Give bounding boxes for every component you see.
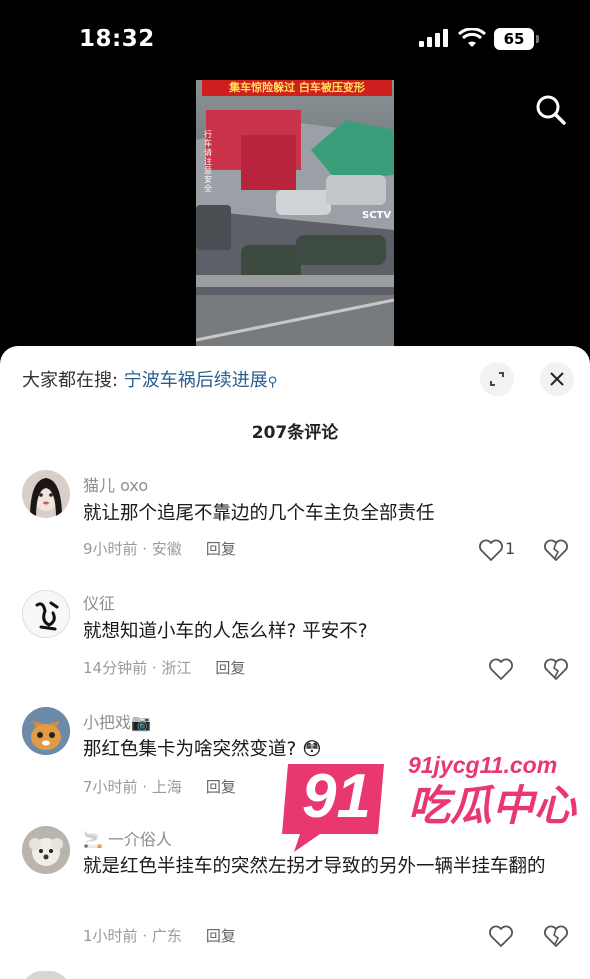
video-headline: 集车惊险躲过 白车被压变形	[202, 80, 392, 96]
watermark-site: 91jycg11.com	[408, 752, 558, 778]
cellular-signal-icon	[419, 29, 448, 47]
comment-time-location: 14分钟前 · 浙江	[83, 659, 192, 677]
small-search-icon: ⚲	[267, 375, 278, 390]
comment-count: 207条评论	[251, 423, 339, 443]
comments-sheet: 大家都在搜: 宁波车祸后续进展⚲ 207条评论 猫儿 oxo 就让那个追尾不靠边…	[0, 346, 590, 979]
like-icon[interactable]	[478, 538, 504, 562]
trending-search-query[interactable]: 宁波车祸后续进展	[124, 370, 268, 391]
close-button[interactable]	[540, 362, 574, 396]
sctv-logo: SCTV	[362, 210, 392, 221]
close-icon	[550, 372, 564, 386]
comment-username[interactable]: 仪征	[83, 590, 115, 614]
reply-button[interactable]: 回复	[215, 659, 245, 677]
comment-username[interactable]: 猫儿 oxo	[83, 472, 148, 496]
watermark-number: 91	[302, 762, 371, 831]
comment-meta: 9小时前 · 安徽 回复	[83, 538, 236, 559]
reply-button[interactable]: 回复	[206, 778, 236, 796]
avatar[interactable]	[22, 826, 70, 874]
battery-tip	[536, 35, 539, 43]
watermark-name: 吃瓜中心	[408, 781, 577, 830]
dislike-icon[interactable]	[543, 657, 569, 681]
avatar-image	[22, 826, 70, 874]
avatar[interactable]	[22, 707, 70, 755]
search-icon[interactable]	[533, 92, 569, 128]
video-player[interactable]: 集车惊险躲过 白车被压变形 行车请注意安全 SCTV	[196, 80, 394, 350]
avatar-image	[23, 591, 69, 637]
avatar	[22, 971, 70, 979]
comment-meta: 14分钟前 · 浙江 回复	[83, 657, 245, 678]
battery-level: 65	[494, 28, 534, 50]
comment-username[interactable]: 🚬 一介俗人	[83, 826, 172, 850]
comment-meta: 1小时前 · 广东 回复	[83, 925, 236, 946]
watermark: 91 91jycg11.com 吃瓜中心	[280, 750, 580, 870]
comment-time-location: 7小时前 · 上海	[83, 778, 182, 796]
avatar[interactable]	[22, 590, 70, 638]
status-time: 18:32	[79, 26, 155, 52]
comment-time-location: 1小时前 · 广东	[83, 927, 182, 945]
video-vertical-caption: 行车请注意安全	[204, 130, 212, 193]
like-count: 1	[505, 539, 516, 558]
dislike-icon[interactable]	[543, 538, 569, 562]
expand-icon	[490, 372, 504, 386]
reply-button[interactable]: 回复	[206, 927, 236, 945]
avatar-image	[22, 470, 70, 518]
comment-username[interactable]: 小把戏📷	[83, 709, 151, 733]
like-icon[interactable]	[488, 924, 514, 948]
wifi-icon	[458, 28, 486, 47]
comment-meta: 7小时前 · 上海 回复	[83, 776, 236, 797]
comment-text: 就想知道小车的人怎么样? 平安不?	[83, 621, 368, 642]
dislike-icon[interactable]	[543, 924, 569, 948]
avatar[interactable]	[22, 470, 70, 518]
reply-button[interactable]: 回复	[206, 540, 236, 558]
avatar-image	[22, 707, 70, 755]
trending-search[interactable]: 大家都在搜: 宁波车祸后续进展⚲	[22, 366, 277, 392]
comment-text: 就让那个追尾不靠边的几个车主负全部责任	[83, 503, 435, 524]
status-bar: 18:32 65	[0, 0, 590, 80]
expand-button[interactable]	[480, 362, 514, 396]
comment-time-location: 9小时前 · 安徽	[83, 540, 182, 558]
like-icon[interactable]	[488, 657, 514, 681]
trending-search-label: 大家都在搜:	[22, 370, 124, 391]
